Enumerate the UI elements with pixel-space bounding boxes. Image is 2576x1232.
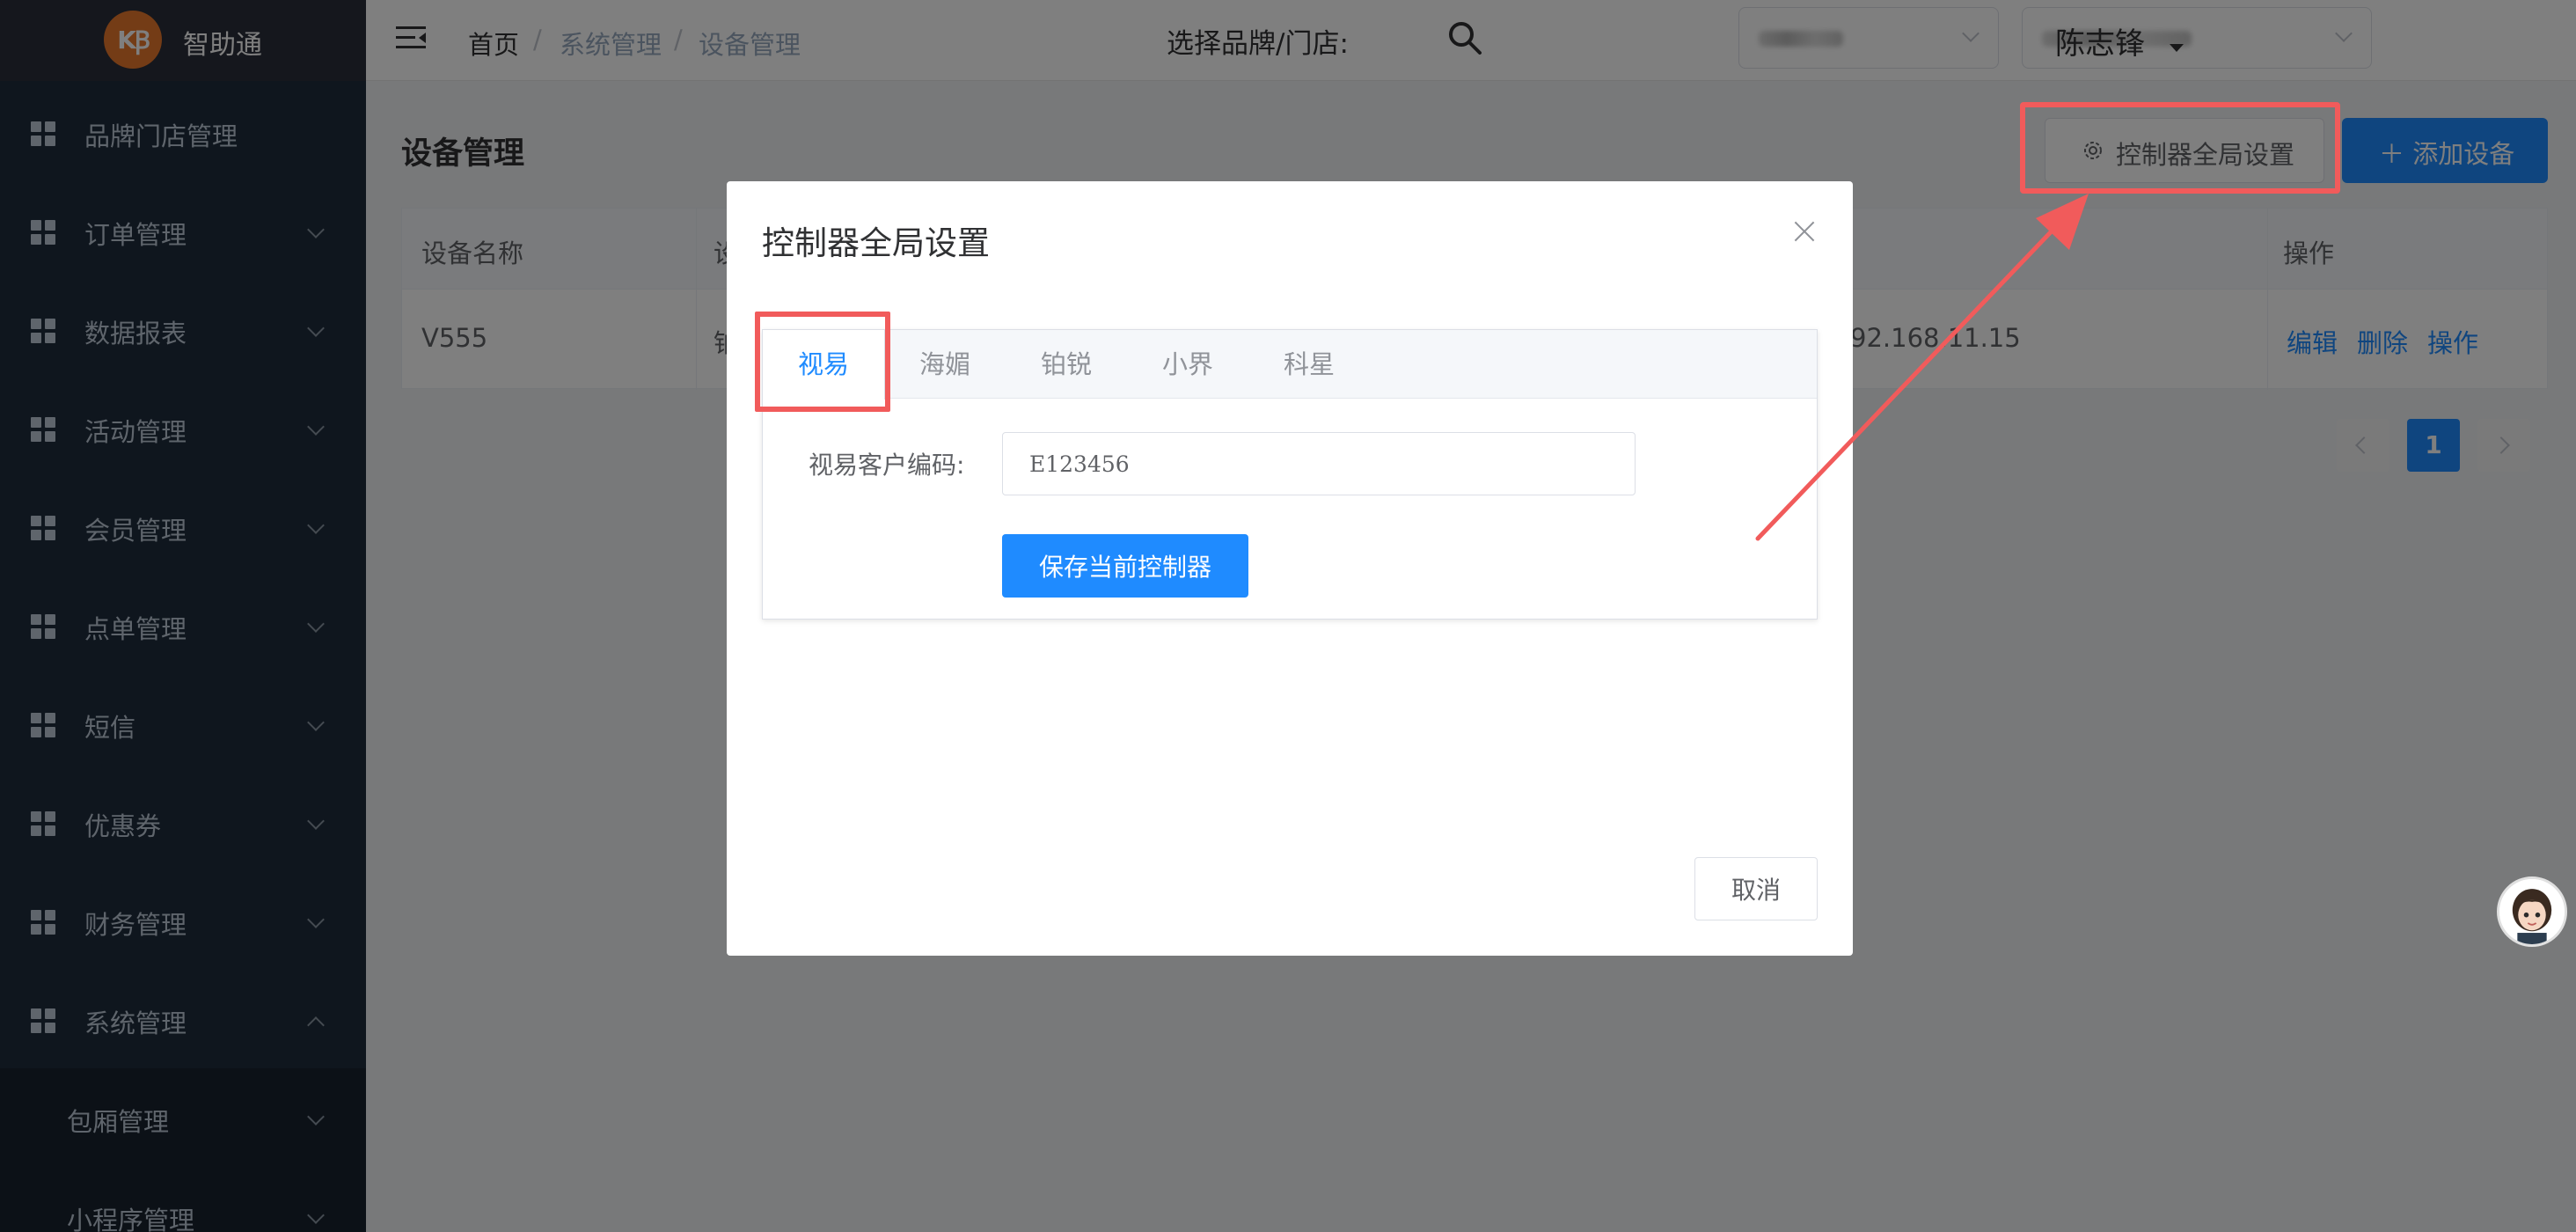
tab-kexing[interactable]: 科星 (1248, 330, 1370, 399)
vendor-tabs: 视易 海媚 铂锐 小界 科星 视易客户编码: 保存当前控制器 (762, 329, 1818, 620)
annotation-highlight-settings (2020, 102, 2340, 194)
save-controller-button[interactable]: 保存当前控制器 (1002, 534, 1248, 598)
tab-borui[interactable]: 铂锐 (1006, 330, 1127, 399)
customer-code-label: 视易客户编码: (809, 451, 965, 480)
annotation-highlight-tab (755, 312, 890, 412)
tab-haimei[interactable]: 海媚 (884, 330, 1006, 399)
assistant-avatar[interactable] (2497, 876, 2567, 947)
controller-settings-dialog: 控制器全局设置 视易 海媚 铂锐 小界 科星 视易客户编码: 保存当前控制器 取… (727, 181, 1853, 956)
dialog-title: 控制器全局设置 (762, 224, 990, 262)
avatar-face-icon (2499, 879, 2565, 944)
cancel-button[interactable]: 取消 (1694, 857, 1818, 920)
tab-xiaojie[interactable]: 小界 (1127, 330, 1248, 399)
close-icon[interactable] (1791, 218, 1818, 245)
customer-code-input[interactable] (1002, 432, 1636, 495)
tabs-header: 视易 海媚 铂锐 小界 科星 (763, 330, 1817, 400)
